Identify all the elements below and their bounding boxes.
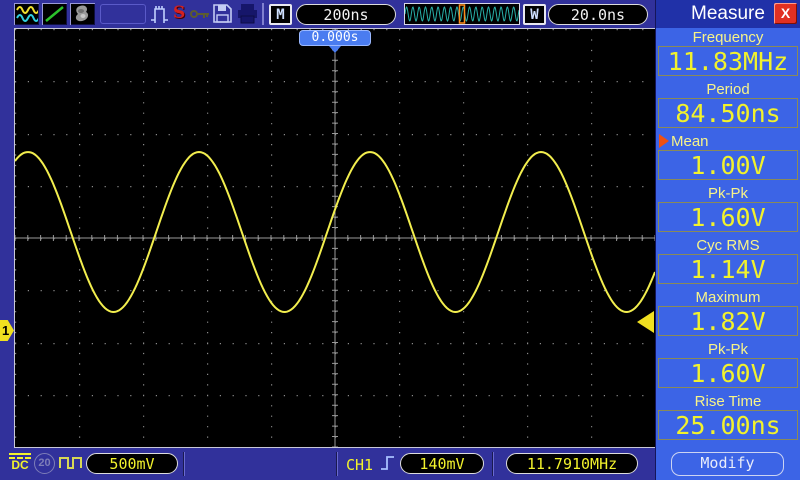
bandwidth-limit-icon: 20 <box>34 453 55 474</box>
separator <box>336 452 338 476</box>
measure-label: Mean <box>656 132 800 150</box>
print-icon[interactable] <box>236 3 259 24</box>
time-offset-tag[interactable]: 0.000s <box>299 30 371 46</box>
measure-item[interactable]: Maximum 1.82V <box>656 288 800 340</box>
measure-label: Frequency <box>692 29 764 46</box>
top-toolbar: S M 200ns W 20.0ns <box>0 0 660 29</box>
measure-item[interactable]: Pk-Pk 1.60V <box>656 184 800 236</box>
measure-item[interactable]: Period 84.50ns <box>656 80 800 132</box>
close-icon[interactable]: X <box>774 3 797 24</box>
trigger-frequency-readout: 11.7910MHz <box>506 453 638 474</box>
measure-label: Maximum <box>695 289 761 306</box>
graticule-display <box>14 28 657 449</box>
volts-per-div-readout: 500mV <box>86 453 178 474</box>
measure-value: 1.82V <box>658 306 798 336</box>
measure-value: 25.00ns <box>658 410 798 440</box>
measure-item[interactable]: Cyc RMS 1.14V <box>656 236 800 288</box>
modify-button[interactable]: Modify <box>671 452 784 476</box>
measure-value: 84.50ns <box>658 98 798 128</box>
measure-value: 1.14V <box>658 254 798 284</box>
measure-item[interactable]: Rise Time 25.00ns <box>656 392 800 444</box>
save-icon[interactable] <box>212 3 233 24</box>
measure-label: Period <box>706 81 750 98</box>
channel-waveforms-button[interactable] <box>14 3 39 25</box>
measure-item[interactable]: Frequency 11.83MHz <box>656 28 800 80</box>
dc-coupling-icon: DC <box>8 452 32 471</box>
measure-label: Rise Time <box>694 393 762 410</box>
main-timebase-label: M <box>269 4 292 25</box>
measure-label: Pk-Pk <box>707 341 748 358</box>
measure-label: Cyc RMS <box>696 237 760 254</box>
trigger-level-readout: 140mV <box>400 453 484 474</box>
measure-item[interactable]: Mean 1.00V <box>656 132 800 184</box>
ramp-line-icon <box>45 6 64 22</box>
measure-value: 1.00V <box>658 150 798 180</box>
separator <box>183 452 185 476</box>
stop-s-indicator: S <box>173 3 186 23</box>
noise-blob-button[interactable] <box>70 3 95 25</box>
trigger-level-marker-icon[interactable] <box>637 311 654 333</box>
measure-panel: Measure X Frequency 11.83MHz Period 84.50ns… <box>655 0 800 480</box>
pulse-icon[interactable] <box>150 3 170 25</box>
window-timebase-value: 20.0ns <box>548 4 648 25</box>
measure-list: Frequency 11.83MHz Period 84.50ns Mean 1.00V P… <box>656 28 800 444</box>
time-offset-pointer-icon <box>329 46 341 53</box>
noise-blob-icon <box>75 5 89 22</box>
panel-title: Measure <box>691 3 765 24</box>
main-timebase-value: 200ns <box>296 4 396 25</box>
measure-item[interactable]: Pk-Pk 1.60V <box>656 340 800 392</box>
measure-label: Pk-Pk <box>707 185 748 202</box>
separator <box>492 452 494 476</box>
measure-value: 1.60V <box>658 358 798 388</box>
waveform-preview <box>404 3 520 25</box>
channel-waveforms-icon <box>16 6 38 22</box>
keylock-icon[interactable] <box>189 3 211 25</box>
selected-arrow-icon <box>659 134 669 148</box>
measure-panel-header: Measure X <box>656 0 800 28</box>
measure-value: 11.83MHz <box>658 46 798 76</box>
rising-edge-icon <box>380 453 396 473</box>
oscilloscope-screen: S M 200ns W 20.0ns 0.000s 1 Measure X Fr… <box>0 0 800 480</box>
readout-box <box>100 4 146 24</box>
coupling-label: DC <box>11 458 29 472</box>
channel1-ground-marker[interactable]: 1 <box>0 320 14 341</box>
status-bar: DC 20 500mV CH1 140mV 11.7910MHz <box>0 448 660 480</box>
window-timebase-label: W <box>523 4 546 25</box>
separator <box>262 3 264 25</box>
measure-value: 1.60V <box>658 202 798 232</box>
trigger-source-label: CH1 <box>346 456 374 474</box>
ramp-line-button[interactable] <box>42 3 67 25</box>
square-wave-icon <box>59 455 85 470</box>
